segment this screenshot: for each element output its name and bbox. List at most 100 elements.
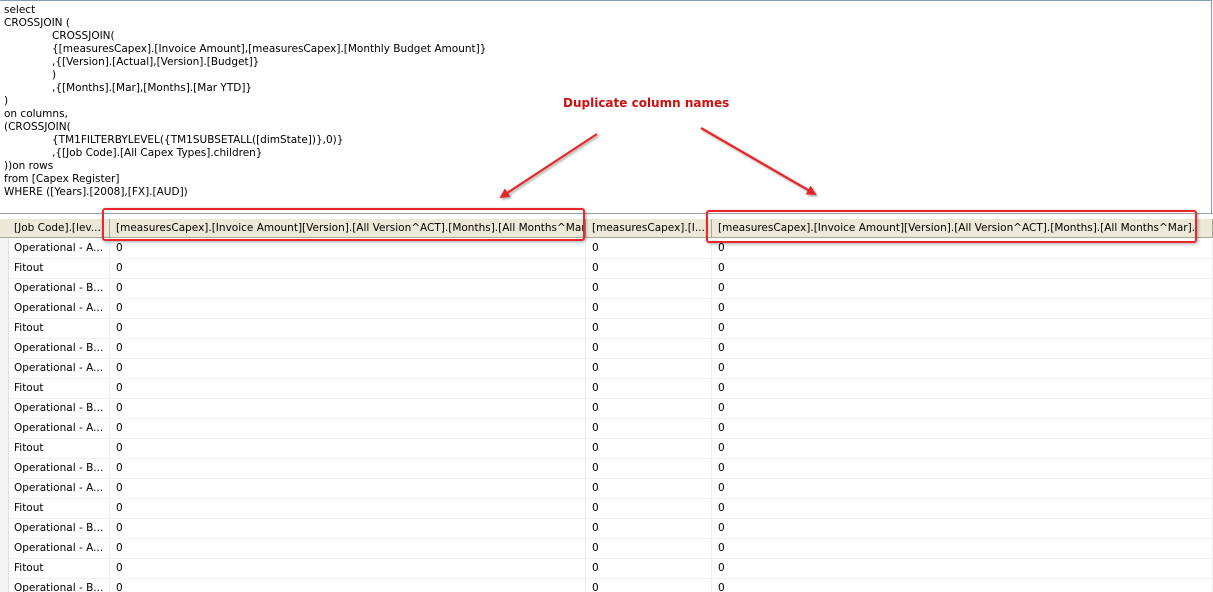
table-row[interactable]: Fitout 0 0 0 [0, 498, 1213, 519]
query-line: select [4, 4, 36, 16]
cell-value[interactable]: 0 [712, 518, 1213, 538]
table-row[interactable]: Operational - A... 0 0 0 [0, 538, 1213, 559]
table-row[interactable]: Operational - A... 0 0 0 [0, 478, 1213, 499]
cell-value[interactable]: 0 [110, 418, 586, 438]
cell-value[interactable]: 0 [712, 538, 1213, 558]
table-row[interactable]: Operational - A... 0 0 0 [0, 298, 1213, 319]
cell-value[interactable]: 0 [712, 318, 1213, 338]
cell-value[interactable]: 0 [712, 278, 1213, 298]
cell-job-code[interactable]: Operational - B... [8, 578, 110, 592]
column-header-job-code[interactable]: [Job Code].[lev... [8, 219, 110, 237]
cell-value[interactable]: 0 [586, 558, 712, 578]
cell-job-code[interactable]: Fitout [8, 378, 110, 398]
cell-value[interactable]: 0 [712, 478, 1213, 498]
cell-value[interactable]: 0 [110, 518, 586, 538]
table-row[interactable]: Operational - B... 0 0 0 [0, 578, 1213, 592]
cell-value[interactable]: 0 [586, 298, 712, 318]
query-line: ) [4, 95, 9, 107]
table-row[interactable]: Fitout 0 0 0 [0, 558, 1213, 579]
table-row[interactable]: Operational - B... 0 0 0 [0, 518, 1213, 539]
table-row[interactable]: Operational - B... 0 0 0 [0, 458, 1213, 479]
cell-value[interactable]: 0 [110, 498, 586, 518]
table-row[interactable]: Operational - B... 0 0 0 [0, 278, 1213, 299]
cell-job-code[interactable]: Fitout [8, 438, 110, 458]
cell-job-code[interactable]: Operational - B... [8, 458, 110, 478]
column-header-measures-capex-truncated[interactable]: [measuresCapex].[I... [586, 219, 712, 237]
table-row[interactable]: Fitout 0 0 0 [0, 438, 1213, 459]
cell-job-code[interactable]: Operational - B... [8, 338, 110, 358]
cell-value[interactable]: 0 [586, 498, 712, 518]
cell-value[interactable]: 0 [712, 338, 1213, 358]
query-line: CROSSJOIN ( [4, 17, 70, 29]
cell-job-code[interactable]: Fitout [8, 558, 110, 578]
cell-value[interactable]: 0 [110, 438, 586, 458]
cell-value[interactable]: 0 [110, 338, 586, 358]
table-row[interactable]: Operational - B... 0 0 0 [0, 398, 1213, 419]
table-row[interactable]: Fitout 0 0 0 [0, 378, 1213, 399]
cell-value[interactable]: 0 [110, 378, 586, 398]
query-line: ) [52, 69, 57, 81]
cell-value[interactable]: 0 [712, 358, 1213, 378]
cell-job-code[interactable]: Operational - A... [8, 238, 110, 258]
cell-value[interactable]: 0 [586, 518, 712, 538]
cell-value[interactable]: 0 [586, 438, 712, 458]
table-row[interactable]: Fitout 0 0 0 [0, 258, 1213, 279]
cell-value[interactable]: 0 [110, 558, 586, 578]
cell-job-code[interactable]: Operational - A... [8, 478, 110, 498]
cell-job-code[interactable]: Operational - A... [8, 298, 110, 318]
cell-job-code[interactable]: Fitout [8, 498, 110, 518]
cell-value[interactable]: 0 [110, 458, 586, 478]
cell-value[interactable]: 0 [712, 298, 1213, 318]
table-row[interactable]: Operational - A... 0 0 0 [0, 358, 1213, 379]
cell-value[interactable]: 0 [712, 398, 1213, 418]
cell-value[interactable]: 0 [110, 278, 586, 298]
cell-value[interactable]: 0 [586, 398, 712, 418]
cell-job-code[interactable]: Operational - B... [8, 278, 110, 298]
cell-value[interactable]: 0 [586, 358, 712, 378]
cell-job-code[interactable]: Operational - B... [8, 518, 110, 538]
cell-value[interactable]: 0 [712, 498, 1213, 518]
cell-value[interactable]: 0 [586, 278, 712, 298]
results-grid: [Job Code].[lev... [measuresCapex].[Invo… [0, 213, 1213, 592]
table-row[interactable]: Operational - A... 0 0 0 [0, 418, 1213, 439]
query-line: WHERE ([Years].[2008],[FX].[AUD]) [4, 186, 188, 198]
cell-value[interactable]: 0 [712, 258, 1213, 278]
cell-job-code[interactable]: Operational - A... [8, 358, 110, 378]
cell-value[interactable]: 0 [586, 458, 712, 478]
cell-value[interactable]: 0 [712, 458, 1213, 478]
cell-value[interactable]: 0 [110, 538, 586, 558]
cell-value[interactable]: 0 [712, 558, 1213, 578]
cell-job-code[interactable]: Fitout [8, 318, 110, 338]
query-line: {[measuresCapex].[Invoice Amount],[measu… [52, 43, 487, 55]
cell-value[interactable]: 0 [586, 538, 712, 558]
highlight-box-right [706, 210, 1197, 243]
cell-value[interactable]: 0 [586, 378, 712, 398]
table-row[interactable]: Operational - B... 0 0 0 [0, 338, 1213, 359]
cell-value[interactable]: 0 [586, 338, 712, 358]
cell-value[interactable]: 0 [712, 578, 1213, 592]
cell-value[interactable]: 0 [110, 398, 586, 418]
query-line: ,{[Job Code].[All Capex Types].children} [52, 147, 263, 159]
cell-value[interactable]: 0 [586, 238, 712, 258]
cell-value[interactable]: 0 [586, 258, 712, 278]
query-line: from [Capex Register] [4, 173, 120, 185]
cell-value[interactable]: 0 [110, 578, 586, 592]
cell-job-code[interactable]: Operational - B... [8, 398, 110, 418]
cell-value[interactable]: 0 [110, 318, 586, 338]
cell-value[interactable]: 0 [110, 478, 586, 498]
cell-job-code[interactable]: Fitout [8, 258, 110, 278]
cell-value[interactable]: 0 [110, 358, 586, 378]
cell-value[interactable]: 0 [110, 238, 586, 258]
cell-value[interactable]: 0 [586, 318, 712, 338]
cell-value[interactable]: 0 [586, 578, 712, 592]
cell-job-code[interactable]: Operational - A... [8, 538, 110, 558]
table-row[interactable]: Fitout 0 0 0 [0, 318, 1213, 339]
cell-value[interactable]: 0 [712, 378, 1213, 398]
cell-value[interactable]: 0 [586, 418, 712, 438]
cell-job-code[interactable]: Operational - A... [8, 418, 110, 438]
cell-value[interactable]: 0 [586, 478, 712, 498]
cell-value[interactable]: 0 [712, 438, 1213, 458]
cell-value[interactable]: 0 [712, 418, 1213, 438]
cell-value[interactable]: 0 [110, 298, 586, 318]
cell-value[interactable]: 0 [110, 258, 586, 278]
